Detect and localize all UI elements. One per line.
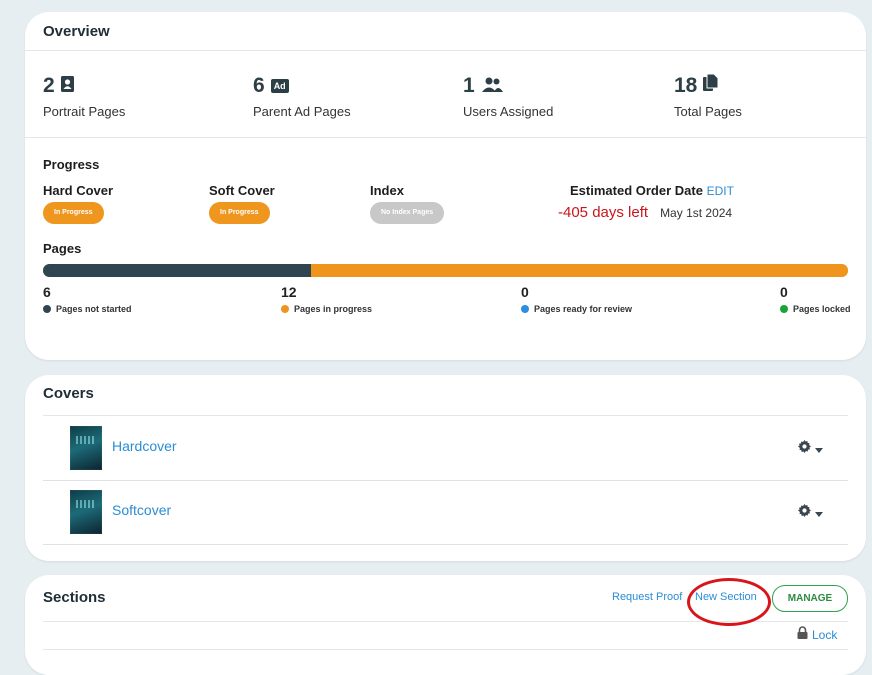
status-dot (521, 305, 529, 313)
pages-stat-value: 12 (281, 284, 297, 300)
soft-cover-progress: Soft Cover In Progress (209, 183, 275, 224)
users-icon (481, 74, 503, 98)
stat-total-pages: 18 Total Pages (674, 73, 742, 119)
stat-value: 1 (463, 74, 475, 97)
pages-stat-label: Pages in progress (294, 304, 373, 314)
soft-cover-label: Soft Cover (209, 183, 275, 198)
stat-value: 6 (253, 74, 265, 97)
pages-stat-not-started: 6 Pages not started (43, 284, 132, 314)
status-dot (43, 305, 51, 313)
bar-segment-not-started (43, 264, 312, 277)
order-date: Estimated Order Date EDIT -405 days left… (558, 183, 734, 221)
bar-segment-in-progress (311, 264, 848, 277)
pages-stat-label: Pages not started (56, 304, 132, 314)
index-label: Index (370, 183, 404, 198)
cover-settings-menu[interactable] (798, 504, 823, 522)
stat-label: Total Pages (674, 104, 742, 119)
pages-stat-value: 0 (521, 284, 529, 300)
overview-card: Overview 2 Portrait Pages 6 Ad Parent Ad… (25, 12, 866, 360)
divider (43, 649, 848, 650)
order-date-label: Estimated Order Date (570, 183, 703, 198)
gear-icon (798, 440, 811, 458)
pages-stat-label: Pages locked (793, 304, 851, 314)
hard-cover-progress: Hard Cover In Progress (43, 183, 113, 224)
status-badge: In Progress (209, 202, 270, 224)
sections-title: Sections (43, 589, 106, 606)
pages-icon (703, 73, 719, 98)
progress-title: Progress (43, 157, 100, 172)
cover-settings-menu[interactable] (798, 440, 823, 458)
pages-stat-in-progress: 12 Pages in progress (281, 284, 372, 314)
pages-title: Pages (43, 241, 82, 256)
stat-label: Portrait Pages (43, 104, 126, 119)
request-proof-link[interactable]: Request Proof (612, 591, 682, 603)
pages-stat-value: 0 (780, 284, 788, 300)
stat-label: Users Assigned (463, 104, 554, 119)
gear-icon (798, 504, 811, 522)
divider (25, 137, 866, 138)
stat-value: 18 (674, 74, 698, 97)
stat-users-assigned: 1 Users Assigned (463, 74, 553, 119)
cover-thumbnail[interactable] (70, 426, 102, 470)
edit-order-date-link[interactable]: EDIT (707, 184, 734, 198)
highlight-ellipse (687, 578, 771, 626)
lock-button[interactable]: Lock (797, 626, 837, 644)
stat-parent-ad-pages: 6 Ad Parent Ad Pages (253, 74, 351, 119)
status-badge: In Progress (43, 202, 104, 224)
hard-cover-label: Hard Cover (43, 183, 114, 198)
stat-value: 2 (43, 74, 55, 97)
lock-label: Lock (812, 628, 838, 642)
chevron-down-icon (815, 440, 823, 458)
days-left: -405 days left (558, 204, 649, 221)
order-date-value: May 1st 2024 (660, 206, 733, 220)
covers-card: Covers Hardcover Softcover (25, 375, 866, 561)
ad-icon: Ad (270, 79, 289, 93)
cover-row-softcover: Softcover (43, 480, 848, 545)
manage-button[interactable]: MANAGE (772, 585, 848, 612)
stat-portrait-pages: 2 Portrait Pages (43, 74, 125, 119)
index-progress: Index No Index Pages (370, 183, 445, 224)
hardcover-link[interactable]: Hardcover (112, 438, 177, 454)
pages-stat-ready-for-review: 0 Pages ready for review (521, 284, 632, 314)
status-dot (281, 305, 289, 313)
covers-title: Covers (43, 385, 94, 402)
lock-icon (797, 626, 808, 644)
pages-stat-locked: 0 Pages locked (780, 284, 851, 314)
pages-stat-value: 6 (43, 284, 51, 300)
cover-row-hardcover: Hardcover (43, 416, 848, 481)
status-badge: No Index Pages (370, 202, 445, 224)
stat-label: Parent Ad Pages (253, 104, 351, 119)
softcover-link[interactable]: Softcover (112, 502, 171, 518)
chevron-down-icon (815, 504, 823, 522)
status-dot (780, 305, 788, 313)
pages-progress-bar (43, 264, 848, 277)
cover-thumbnail[interactable] (70, 490, 102, 534)
overview-title: Overview (43, 23, 110, 40)
divider (25, 50, 866, 51)
portrait-icon (60, 74, 74, 98)
pages-stat-label: Pages ready for review (534, 304, 633, 314)
